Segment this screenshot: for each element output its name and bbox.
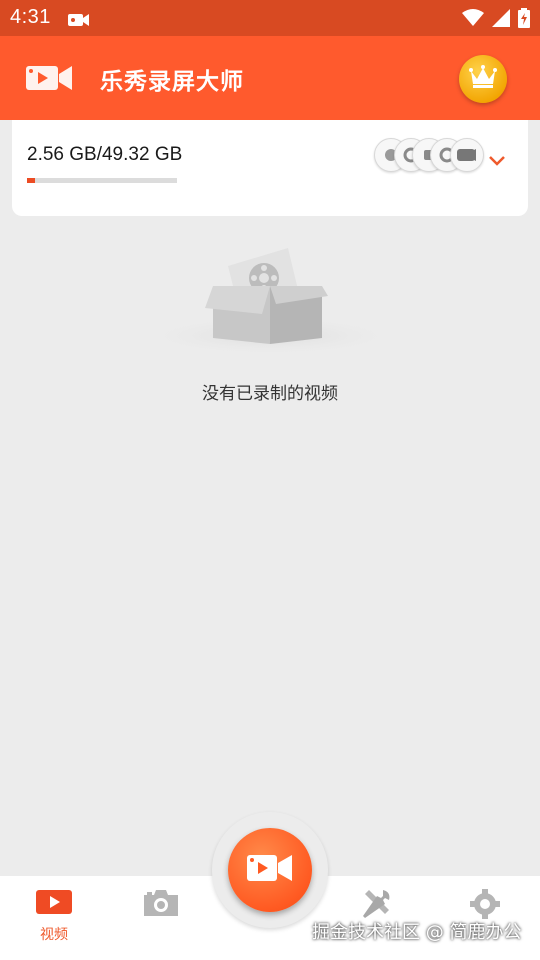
record-button[interactable] bbox=[228, 828, 312, 912]
status-time: 4:31 bbox=[10, 6, 51, 28]
chevron-down-icon[interactable] bbox=[488, 152, 506, 171]
storage-usage-text: 2.56 GB/49.32 GB bbox=[27, 144, 183, 165]
storage-progress-fill bbox=[27, 178, 35, 183]
storage-card[interactable]: 2.56 GB/49.32 GB bbox=[12, 120, 528, 216]
camera-icon bbox=[142, 890, 180, 922]
status-bar: 4:31 bbox=[0, 0, 540, 36]
wifi-icon bbox=[462, 9, 484, 31]
crown-icon bbox=[468, 65, 498, 93]
app-logo-icon bbox=[26, 62, 74, 98]
empty-state: 没有已录制的视频 bbox=[0, 238, 540, 418]
vip-button[interactable] bbox=[459, 55, 507, 103]
tab-video[interactable]: 视频 bbox=[19, 888, 89, 944]
video-record-icon bbox=[68, 12, 90, 31]
tab-screenshot[interactable] bbox=[126, 888, 196, 922]
status-icons bbox=[462, 8, 530, 32]
tab-video-label: 视频 bbox=[40, 927, 68, 943]
battery-icon bbox=[518, 8, 530, 32]
app-title: 乐秀录屏大师 bbox=[100, 69, 244, 95]
watermark-text: 掘金技术社区 @ 简鹿办公 bbox=[312, 922, 522, 943]
app-bar: 乐秀录屏大师 bbox=[0, 36, 540, 120]
record-icon bbox=[247, 852, 293, 888]
storage-progress-bar bbox=[27, 178, 177, 183]
video-icon bbox=[36, 890, 72, 920]
video-camera-icon bbox=[450, 138, 484, 172]
empty-message: 没有已录制的视频 bbox=[202, 384, 338, 404]
recorded-app-icons bbox=[374, 138, 484, 174]
cell-signal-icon bbox=[492, 9, 510, 31]
